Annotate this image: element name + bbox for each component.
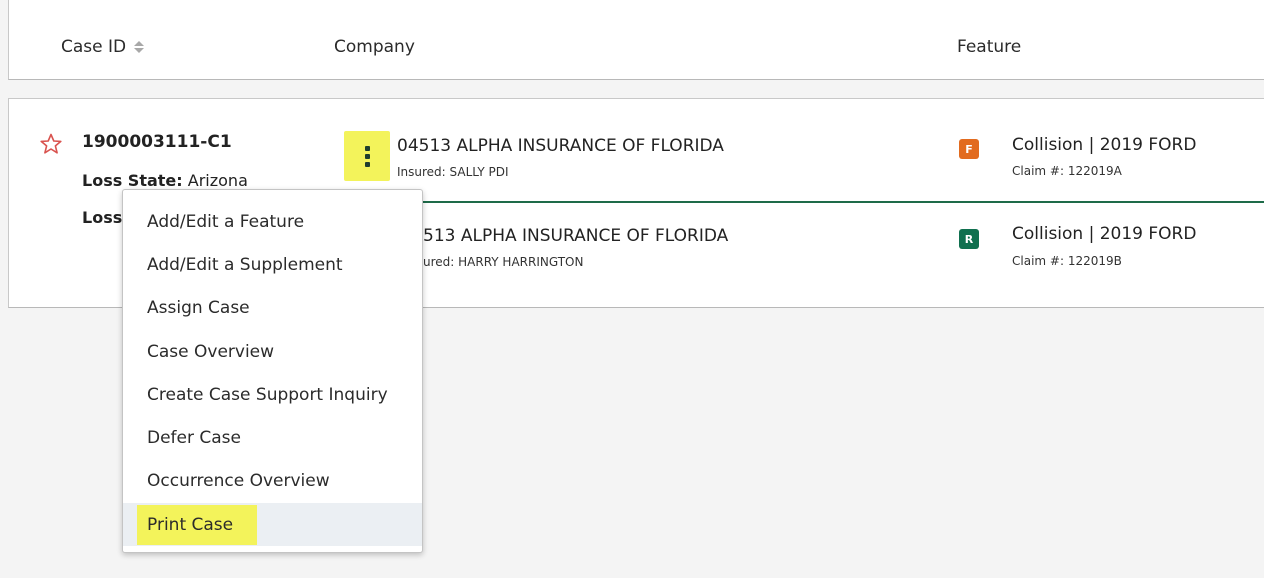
table-header: Case ID Company Feature <box>8 0 1264 80</box>
row-2-claim: Claim #: 122019B <box>1012 254 1122 268</box>
loss-state-label: Loss State: <box>82 171 183 190</box>
menu-item-label: Case Overview <box>147 341 275 362</box>
row-1-claim: Claim #: 122019A <box>1012 164 1122 178</box>
loss-partial-label: Loss <box>82 208 123 227</box>
star-outline-icon[interactable] <box>39 132 63 156</box>
feature-badge-r: R <box>959 229 979 249</box>
menu-item-add-edit-supplement[interactable]: Add/Edit a Supplement <box>123 243 422 286</box>
menu-item-add-edit-feature[interactable]: Add/Edit a Feature <box>123 200 422 243</box>
row-1-feature[interactable]: Collision | 2019 FORD <box>1012 135 1196 155</box>
loss-state-value: Arizona <box>187 171 248 190</box>
row-1-company: 04513 ALPHA INSURANCE OF FLORIDA <box>397 136 724 156</box>
column-header-feature: Feature <box>957 37 1022 57</box>
menu-item-label: Add/Edit a Feature <box>147 211 305 232</box>
loss-partial: Loss <box>82 208 122 227</box>
sort-icon[interactable] <box>134 40 145 54</box>
menu-item-occurrence-overview[interactable]: Occurrence Overview <box>123 460 422 503</box>
menu-item-label: Print Case <box>137 504 258 545</box>
feature-badge-f: F <box>959 139 979 159</box>
menu-item-label: Defer Case <box>147 428 241 449</box>
row-1-insured: Insured: SALLY PDI <box>397 165 509 179</box>
column-header-company: Company <box>334 37 415 57</box>
menu-item-label: Add/Edit a Supplement <box>147 254 343 275</box>
menu-item-defer-case[interactable]: Defer Case <box>123 416 422 459</box>
menu-item-assign-case[interactable]: Assign Case <box>123 287 422 330</box>
menu-item-label: Occurrence Overview <box>147 471 330 492</box>
row-2-feature[interactable]: Collision | 2019 FORD <box>1012 224 1196 244</box>
row-separator <box>422 201 1264 203</box>
menu-item-label: Assign Case <box>147 298 250 319</box>
case-id[interactable]: 1900003111-C1 <box>82 132 232 152</box>
column-header-case-id[interactable]: Case ID <box>61 37 145 57</box>
menu-item-print-case[interactable]: Print Case <box>123 503 422 547</box>
menu-item-create-case-support-inquiry[interactable]: Create Case Support Inquiry <box>123 373 422 416</box>
loss-state: Loss State: Arizona <box>82 171 248 190</box>
case-actions-menu: Add/Edit a Feature Add/Edit a Supplement… <box>122 189 423 553</box>
column-header-case-id-label: Case ID <box>61 37 127 57</box>
kebab-menu-icon[interactable] <box>344 131 390 181</box>
menu-item-label: Create Case Support Inquiry <box>147 384 388 405</box>
menu-item-case-overview[interactable]: Case Overview <box>123 330 422 373</box>
row-2-insured: ured: HARRY HARRINGTON <box>423 255 584 269</box>
row-2-company: 513 ALPHA INSURANCE OF FLORIDA <box>423 226 729 246</box>
